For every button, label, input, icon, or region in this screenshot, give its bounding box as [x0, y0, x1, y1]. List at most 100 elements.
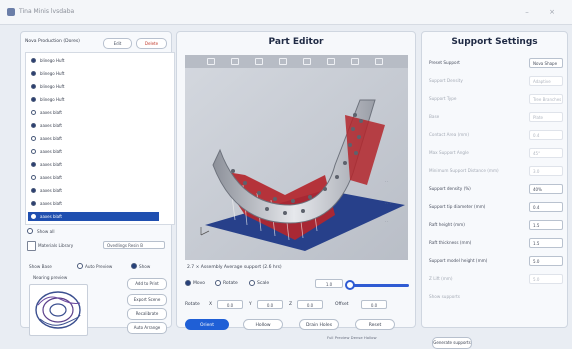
setting-value-field[interactable]: 1.5	[529, 220, 563, 230]
radio-dot-icon[interactable]	[31, 71, 36, 76]
mode-rotate-label: Rotate	[223, 281, 238, 286]
show-all-radio[interactable]	[27, 228, 33, 234]
list-item-label: aaxes blaft	[40, 162, 62, 167]
setting-row: Support model height (mm) 5.0	[429, 256, 563, 268]
setting-value-field[interactable]: 3.0	[529, 166, 563, 176]
list-item[interactable]: aaxes blaft	[28, 160, 172, 169]
mode-scale-radio[interactable]	[249, 280, 255, 286]
setting-row: Support Density Adaptive	[429, 76, 563, 88]
list-item[interactable]: aaxes blaft	[28, 199, 172, 208]
list-item[interactable]: aaxes blaft	[28, 186, 172, 195]
list-item[interactable]: aaxes blaft	[28, 134, 172, 143]
setting-label: Support tip diameter (mm)	[429, 204, 486, 209]
add-to-print-button[interactable]: Add to Print	[127, 278, 167, 290]
setting-value-field[interactable]: 0.4	[529, 130, 563, 140]
part-preview-drawing	[35, 291, 81, 329]
close-button[interactable]: ×	[546, 6, 558, 18]
setting-label: Max Support Angle	[429, 150, 469, 155]
list-item[interactable]: aaxes blaft	[28, 121, 172, 130]
recalibrate-button[interactable]: Recalibrate	[127, 308, 167, 320]
radio-dot-icon[interactable]	[31, 97, 36, 102]
list-item-label: blinego Huft	[40, 84, 65, 89]
setting-label: Raft thickness (mm)	[429, 240, 472, 245]
setting-value-field[interactable]: Tree Branches	[529, 94, 563, 104]
title-bar: Tina Minis lvsdaba – ×	[0, 0, 572, 25]
materials-label: Materials Library	[38, 243, 74, 248]
list-item[interactable]: blinego Huft	[28, 82, 172, 91]
mode-scale-label: Scale	[257, 281, 270, 286]
reset-button[interactable]: Reset	[355, 319, 395, 330]
support-settings-panel: Support Settings Preset Support Nova Shap…	[421, 31, 568, 349]
list-item[interactable]: aaxes blaft	[28, 147, 172, 156]
minimize-button[interactable]: –	[521, 6, 533, 18]
trash-icon[interactable]	[27, 241, 36, 251]
radio-dot-icon[interactable]	[31, 188, 36, 193]
setting-row: Contact Area (mm) 0.4	[429, 130, 563, 142]
radio-dot-icon[interactable]	[31, 201, 36, 206]
zoom-slider-thumb[interactable]	[345, 280, 355, 290]
radio-dot-icon[interactable]	[31, 214, 36, 219]
x-field[interactable]: 0.0	[217, 300, 243, 309]
setting-label: Support Type	[429, 96, 457, 101]
show-toggle-radio[interactable]	[131, 263, 137, 269]
mode-rotate-radio[interactable]	[215, 280, 221, 286]
list-item[interactable]: aaxes blaft	[28, 212, 159, 221]
z-field[interactable]: 0.0	[297, 300, 323, 309]
part-preview-thumbnail[interactable]	[29, 284, 88, 336]
y-field[interactable]: 0.0	[257, 300, 283, 309]
hollow-button[interactable]: Hollow	[243, 319, 283, 330]
setting-value-field[interactable]: 0.4	[529, 202, 563, 212]
list-item[interactable]: blinego Huft	[28, 56, 172, 65]
list-item[interactable]: aaxes blaft	[28, 108, 172, 117]
setting-value-field[interactable]: Plate	[529, 112, 563, 122]
radio-dot-icon[interactable]	[31, 110, 36, 115]
setting-value-field[interactable]: 45°	[529, 148, 563, 158]
auto-preview-radio[interactable]	[77, 263, 83, 269]
list-item[interactable]: blinego Huft	[28, 95, 172, 104]
edit-button[interactable]: Edit	[103, 38, 132, 49]
setting-value-field[interactable]: Nova Shape	[529, 58, 563, 68]
production-panel: Nova Production (Dores) Edit Delete blin…	[20, 31, 175, 336]
setting-value-field[interactable]: 40%	[529, 184, 563, 194]
radio-dot-icon[interactable]	[31, 123, 36, 128]
list-item-label: aaxes blaft	[40, 123, 62, 128]
z-label: Z	[289, 302, 293, 307]
part-editor-panel: Part Editor · · · · · · · 2.7 × Assembly…	[176, 31, 416, 340]
list-item-label: aaxes blaft	[40, 110, 62, 115]
product-list[interactable]: blinego Huft blinego Huft blinego Huft blin…	[25, 52, 175, 225]
mode-move-radio[interactable]	[185, 280, 191, 286]
mode-move-label: Movo	[193, 281, 206, 286]
delete-button[interactable]: Delete	[136, 38, 167, 49]
list-item-label: aaxes blaft	[40, 201, 62, 206]
radio-dot-icon[interactable]	[31, 162, 36, 167]
radio-dot-icon[interactable]	[31, 58, 36, 63]
drain-holes-button[interactable]: Drain Holes	[299, 319, 339, 330]
radio-dot-icon[interactable]	[31, 175, 36, 180]
orient-button[interactable]: Orient	[185, 319, 229, 330]
auto-arrange-button[interactable]: Auto Arrange	[127, 322, 167, 334]
setting-value-field[interactable]: 5.0	[529, 256, 563, 266]
generate-supports-button[interactable]: Generate supports	[432, 337, 472, 349]
svg-text:· ·: · ·	[385, 180, 388, 184]
svg-text:· · ·: · · ·	[385, 202, 391, 206]
setting-value-field[interactable]: 1.5	[529, 238, 563, 248]
radio-dot-icon[interactable]	[31, 136, 36, 141]
setting-value-field[interactable]: 5.0	[529, 274, 563, 284]
show-toggle-label: Show	[139, 264, 151, 269]
list-item-label: aaxes blaft	[40, 149, 62, 154]
list-item[interactable]: aaxes blaft	[28, 173, 172, 182]
setting-value-field[interactable]: Adaptive	[529, 76, 563, 86]
offset-field[interactable]: 0.0	[361, 300, 387, 309]
setting-row: Z Lift (mm) 5.0	[429, 274, 563, 286]
radio-dot-icon[interactable]	[31, 149, 36, 154]
radio-dot-icon[interactable]	[31, 84, 36, 89]
preview-label: Nearing preview	[33, 275, 68, 280]
zoom-field[interactable]: 1.0	[315, 279, 343, 288]
export-scene-button[interactable]: Export Scene	[127, 294, 167, 306]
setting-row: Raft thickness (mm) 1.5	[429, 238, 563, 250]
3d-viewport[interactable]: · · · · · · ·	[185, 55, 408, 260]
list-item[interactable]: blinego Huft	[28, 69, 172, 78]
zoom-slider-track[interactable]	[349, 284, 409, 287]
setting-row: Base Plate	[429, 112, 563, 124]
material-select[interactable]: Ovedlings Resin B	[103, 241, 165, 249]
